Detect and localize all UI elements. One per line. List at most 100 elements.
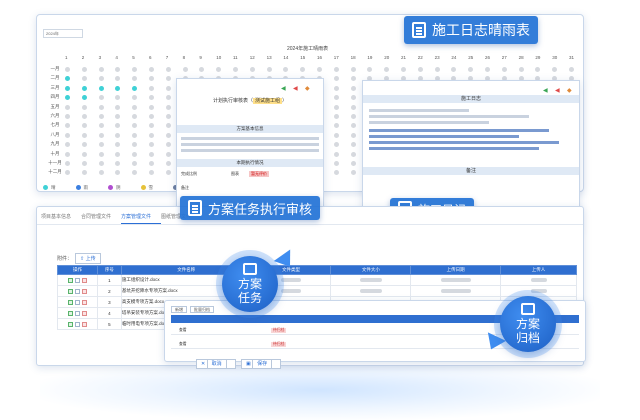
weather-dot[interactable] [132, 142, 138, 148]
prev-arrow-icon[interactable]: ◀ [543, 87, 548, 94]
delete-icon[interactable] [81, 310, 87, 316]
weather-dot[interactable] [333, 142, 339, 148]
weather-dot[interactable] [165, 132, 171, 138]
weather-dot[interactable] [81, 151, 87, 157]
weather-dot[interactable] [132, 151, 138, 157]
weather-dot[interactable] [132, 76, 138, 82]
weather-dot[interactable] [115, 132, 121, 138]
weather-dot[interactable] [98, 142, 104, 148]
weather-dot[interactable] [149, 67, 154, 72]
weather-dot[interactable] [81, 132, 87, 138]
weather-dot[interactable] [132, 104, 138, 110]
weather-dot[interactable] [115, 142, 121, 148]
weather-dot[interactable] [367, 67, 373, 72]
weather-dot[interactable] [165, 161, 171, 166]
tab-0[interactable]: 项目基本信息 [41, 207, 81, 224]
download-icon[interactable] [74, 299, 80, 305]
row-actions[interactable] [57, 296, 98, 308]
weather-dot[interactable] [65, 114, 70, 119]
weather-dot[interactable] [149, 132, 154, 138]
archive-tool-1[interactable]: 批量归档 [190, 306, 214, 313]
weather-dot[interactable] [518, 67, 524, 72]
prev-arrow-icon[interactable]: ◀ [281, 85, 286, 92]
weather-dot[interactable] [468, 67, 474, 72]
weather-dot[interactable] [165, 85, 171, 91]
weather-dot[interactable] [132, 132, 138, 138]
weather-dot[interactable] [333, 76, 339, 82]
weather-dot[interactable] [350, 76, 356, 82]
weather-dot[interactable] [98, 123, 104, 129]
view-icon[interactable] [67, 288, 73, 294]
weather-dot[interactable] [132, 123, 138, 129]
weather-dot[interactable] [266, 67, 272, 72]
download-icon[interactable] [74, 277, 80, 283]
weather-dot[interactable] [115, 76, 121, 82]
weather-dot[interactable] [165, 95, 171, 101]
weather-dot[interactable] [283, 67, 289, 72]
weather-dot[interactable] [115, 151, 121, 157]
save-button[interactable]: ▣ 保存 [241, 359, 282, 369]
weather-dot[interactable] [81, 123, 87, 129]
weather-dot[interactable] [165, 151, 171, 157]
archive-tool-0[interactable]: 新增 [171, 306, 187, 313]
weather-dot[interactable] [333, 95, 339, 101]
weather-dot[interactable] [65, 142, 70, 148]
weather-dot[interactable] [149, 170, 154, 176]
weather-dot[interactable] [350, 132, 356, 138]
cancel-button[interactable]: ✕ 取消 [196, 359, 236, 369]
weather-dot[interactable] [182, 67, 188, 72]
weather-dot[interactable] [333, 114, 339, 119]
weather-dot[interactable] [333, 161, 339, 166]
weather-dot[interactable] [569, 67, 574, 72]
weather-dot[interactable] [233, 67, 238, 72]
weather-dot[interactable] [98, 114, 104, 119]
weather-dot[interactable] [65, 161, 70, 166]
weather-dot[interactable] [149, 161, 154, 166]
weather-dot[interactable] [115, 161, 121, 166]
weather-dot[interactable] [65, 95, 70, 101]
weather-dot[interactable] [417, 67, 423, 72]
weather-dot[interactable] [165, 76, 171, 82]
weather-dot[interactable] [149, 85, 154, 91]
archive-view-link[interactable]: 查看 [179, 328, 187, 333]
weather-dot[interactable] [300, 67, 306, 72]
weather-dot[interactable] [132, 114, 138, 119]
weather-dot[interactable] [333, 123, 339, 129]
weather-dot[interactable] [81, 76, 87, 82]
download-icon[interactable] [74, 288, 80, 294]
row-actions[interactable] [57, 318, 98, 330]
weather-dot[interactable] [115, 104, 121, 110]
archive-view-link[interactable]: 查看 [179, 342, 187, 347]
weather-dot[interactable] [98, 132, 104, 138]
weather-dot[interactable] [149, 76, 154, 82]
delete-icon[interactable] [81, 299, 87, 305]
weather-dot[interactable] [165, 123, 171, 129]
close-icon[interactable]: ◆ [567, 87, 572, 94]
weather-dot[interactable] [65, 85, 70, 91]
weather-dot[interactable] [149, 142, 154, 148]
weather-dot[interactable] [552, 67, 558, 72]
delete-icon[interactable] [81, 321, 87, 327]
weather-dot[interactable] [115, 114, 121, 119]
weather-dot[interactable] [81, 114, 87, 119]
weather-dot[interactable] [98, 67, 104, 72]
weather-dot[interactable] [350, 114, 356, 119]
close-icon[interactable]: ◆ [305, 85, 310, 92]
upload-button[interactable]: ⇧ 上传 [75, 253, 101, 264]
next-arrow-icon[interactable]: ◀ [293, 85, 298, 92]
weather-dot[interactable] [149, 95, 154, 101]
weather-dot[interactable] [350, 104, 356, 110]
weather-dot[interactable] [149, 114, 154, 119]
weather-dot[interactable] [98, 85, 104, 91]
weather-dot[interactable] [501, 67, 507, 72]
weather-dot[interactable] [81, 142, 87, 148]
download-icon[interactable] [74, 321, 80, 327]
weather-dot[interactable] [132, 95, 138, 101]
weather-dot[interactable] [165, 114, 171, 119]
weather-dot[interactable] [98, 76, 104, 82]
weather-dot[interactable] [401, 67, 406, 72]
weather-dot[interactable] [451, 67, 457, 72]
weather-dot[interactable] [149, 151, 154, 157]
weather-dot[interactable] [115, 95, 121, 101]
weather-dot[interactable] [350, 85, 356, 91]
